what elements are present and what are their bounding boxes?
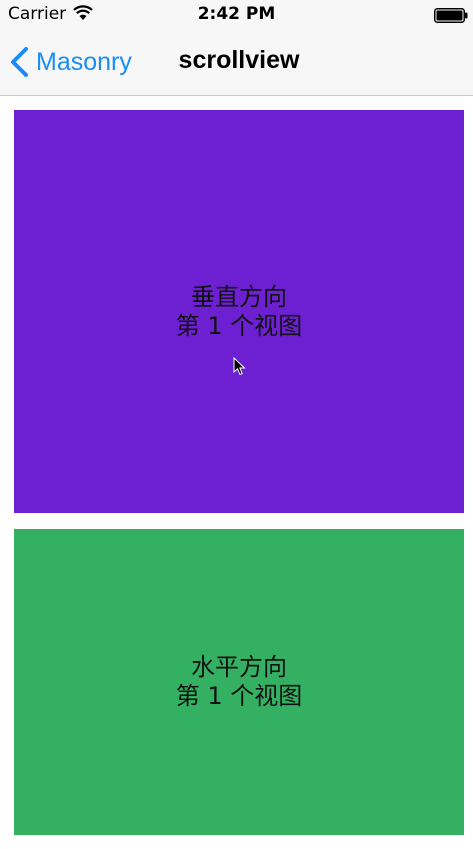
status-time: 2:42 PM: [197, 4, 276, 24]
vertical-panel: 垂直方向 第 1 个视图: [14, 110, 464, 513]
panel-title: 水平方向: [191, 653, 287, 681]
battery-icon: [434, 8, 468, 27]
panel-subtitle: 第 1 个视图: [175, 682, 303, 710]
panel-title: 垂直方向: [191, 282, 287, 311]
horizontal-panel: 水平方向 第 1 个视图: [14, 529, 464, 835]
scroll-view[interactable]: 垂直方向 第 1 个视图 水平方向 第 1 个视图: [0, 97, 473, 849]
navigation-bar: Masonry scrollview: [0, 30, 473, 96]
panel-subtitle: 第 1 个视图: [175, 311, 303, 340]
status-bar: Carrier 2:42 PM: [0, 0, 473, 30]
page-title: scrollview: [178, 46, 300, 74]
mouse-cursor-icon: [233, 356, 246, 380]
screen: Carrier 2:42 PM Masonry scrollview 垂直方向 …: [0, 0, 473, 849]
